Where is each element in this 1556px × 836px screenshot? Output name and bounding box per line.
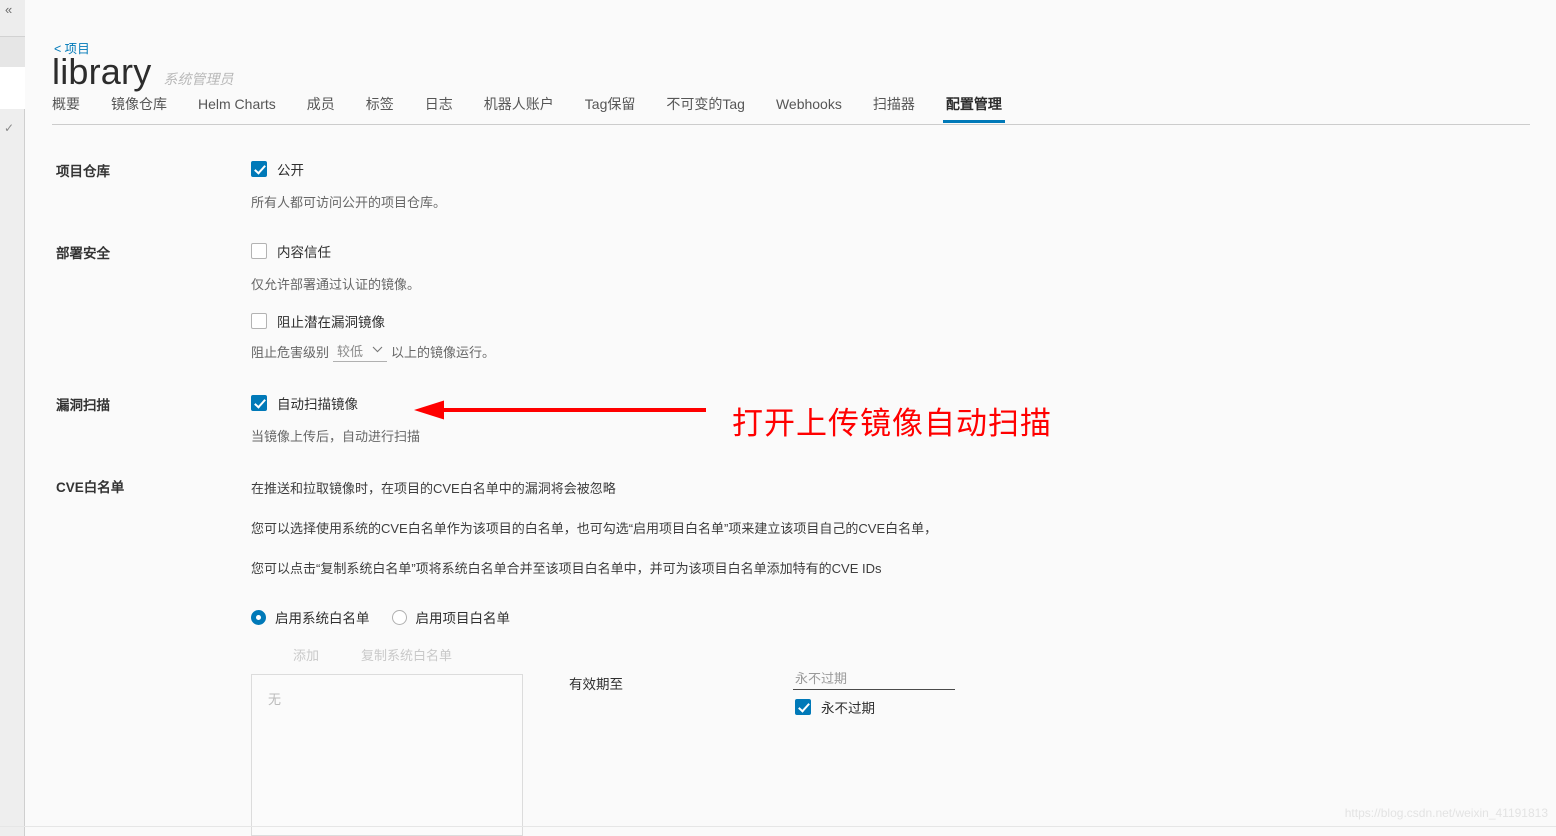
prevent-vulnerable-row[interactable]: 阻止潜在漏洞镜像 bbox=[251, 311, 385, 331]
annotation-arrow-icon bbox=[414, 400, 706, 420]
radio-project-whitelist-label: 启用项目白名单 bbox=[415, 611, 511, 626]
tab-overview[interactable]: 概要 bbox=[52, 95, 80, 122]
bottom-divider bbox=[0, 826, 1556, 827]
never-expire-row[interactable]: 永不过期 bbox=[795, 697, 875, 717]
content-trust-checkbox[interactable] bbox=[251, 243, 267, 259]
section-label-vulnerability-scan: 漏洞扫描 bbox=[56, 398, 110, 413]
auto-scan-row[interactable]: 自动扫描镜像 bbox=[251, 393, 358, 413]
annotation-text: 打开上传镜像自动扫描 bbox=[732, 406, 1052, 441]
tab-labels[interactable]: 标签 bbox=[366, 95, 394, 122]
public-checkbox-label: 公开 bbox=[277, 163, 304, 178]
severity-suffix-label: 以上的镜像运行。 bbox=[391, 345, 496, 360]
section-label-repository: 项目仓库 bbox=[56, 164, 110, 179]
tab-webhooks[interactable]: Webhooks bbox=[776, 95, 842, 122]
title-row: library 系统管理员 bbox=[52, 52, 233, 92]
tab-helm-charts[interactable]: Helm Charts bbox=[198, 95, 276, 122]
prevent-vulnerable-checkbox[interactable] bbox=[251, 313, 267, 329]
severity-select-value: 较低 bbox=[337, 344, 364, 359]
prevent-vulnerable-label: 阻止潜在漏洞镜像 bbox=[277, 315, 385, 330]
expiry-label: 有效期至 bbox=[569, 677, 623, 692]
tab-members[interactable]: 成员 bbox=[307, 95, 335, 122]
rail-block-top bbox=[0, 0, 25, 36]
section-label-cve-whitelist: CVE白名单 bbox=[56, 480, 125, 495]
rail-block-second bbox=[0, 37, 25, 67]
radio-system-whitelist-label: 启用系统白名单 bbox=[275, 611, 370, 626]
severity-prefix-label: 阻止危害级别 bbox=[251, 345, 330, 360]
main-content: < 项目 library 系统管理员 概要 镜像仓库 Helm Charts 成员… bbox=[26, 0, 1556, 836]
content-trust-label: 内容信任 bbox=[277, 245, 331, 260]
radio-project-whitelist-input[interactable] bbox=[391, 609, 407, 625]
auto-scan-checkbox[interactable] bbox=[251, 395, 267, 411]
content-trust-row[interactable]: 内容信任 bbox=[251, 241, 331, 261]
content-trust-hint: 仅允许部署通过认证的镜像。 bbox=[251, 277, 421, 292]
cve-description-1: 在推送和拉取镜像时，在项目的CVE白名单中的漏洞将会被忽略 bbox=[251, 481, 616, 496]
chevron-down-icon bbox=[372, 346, 383, 355]
check-icon: ✓ bbox=[4, 121, 15, 135]
cve-list-empty-label: 无 bbox=[268, 692, 282, 707]
public-checkbox[interactable] bbox=[251, 161, 267, 177]
severity-row: 阻止危害级别 较低 以上的镜像运行。 bbox=[251, 341, 495, 362]
whitelist-actions: 添加 复制系统白名单 bbox=[251, 645, 452, 664]
expiry-date-input[interactable] bbox=[793, 671, 955, 690]
auto-scan-label: 自动扫描镜像 bbox=[277, 397, 358, 412]
never-expire-label: 永不过期 bbox=[821, 701, 875, 716]
rail-active-item[interactable] bbox=[0, 67, 25, 109]
public-hint: 所有人都可访问公开的项目仓库。 bbox=[251, 195, 447, 210]
tab-robot-accounts[interactable]: 机器人账户 bbox=[484, 95, 554, 122]
left-rail: « ✓ bbox=[0, 0, 25, 836]
tab-configuration[interactable]: 配置管理 bbox=[942, 95, 1005, 123]
page-subtitle: 系统管理员 bbox=[163, 71, 234, 87]
copy-system-whitelist-link[interactable]: 复制系统白名单 bbox=[361, 645, 452, 664]
tab-bar: 概要 镜像仓库 Helm Charts 成员 标签 日志 机器人账户 Tag保留… bbox=[52, 95, 1530, 125]
cve-description-3: 您可以点击“复制系统白名单”项将系统白名单合并至该项目白名单中，并可为该项目白名… bbox=[251, 561, 882, 576]
watermark: https://blog.csdn.net/weixin_41191813 bbox=[1344, 806, 1548, 820]
tab-immutable-tag[interactable]: 不可变的Tag bbox=[666, 95, 745, 122]
tab-repositories[interactable]: 镜像仓库 bbox=[111, 95, 167, 122]
cve-list-box[interactable]: 无 bbox=[251, 674, 523, 836]
page-root: « ✓ < 项目 library 系统管理员 概要 镜像仓库 Helm Chart… bbox=[0, 0, 1556, 836]
tab-tag-retention[interactable]: Tag保留 bbox=[585, 95, 636, 122]
never-expire-checkbox[interactable] bbox=[795, 699, 811, 715]
whitelist-radio-group: 启用系统白名单 启用项目白名单 bbox=[251, 607, 510, 627]
tab-logs[interactable]: 日志 bbox=[425, 95, 453, 122]
public-checkbox-row[interactable]: 公开 bbox=[251, 159, 304, 179]
page-title: library bbox=[52, 51, 152, 92]
severity-select[interactable]: 较低 bbox=[333, 341, 388, 362]
add-cve-link[interactable]: 添加 bbox=[251, 645, 361, 664]
collapse-icon[interactable]: « bbox=[5, 3, 12, 16]
tab-scanner[interactable]: 扫描器 bbox=[873, 95, 915, 122]
radio-system-whitelist[interactable]: 启用系统白名单 bbox=[251, 607, 370, 627]
section-label-deploy-security: 部署安全 bbox=[56, 246, 110, 261]
radio-system-whitelist-input[interactable] bbox=[251, 609, 266, 625]
radio-project-whitelist[interactable]: 启用项目白名单 bbox=[391, 607, 511, 627]
auto-scan-hint: 当镜像上传后，自动进行扫描 bbox=[251, 429, 421, 444]
cve-description-2: 您可以选择使用系统的CVE白名单作为该项目的白名单，也可勾选“启用项目白名单”项… bbox=[251, 521, 938, 536]
